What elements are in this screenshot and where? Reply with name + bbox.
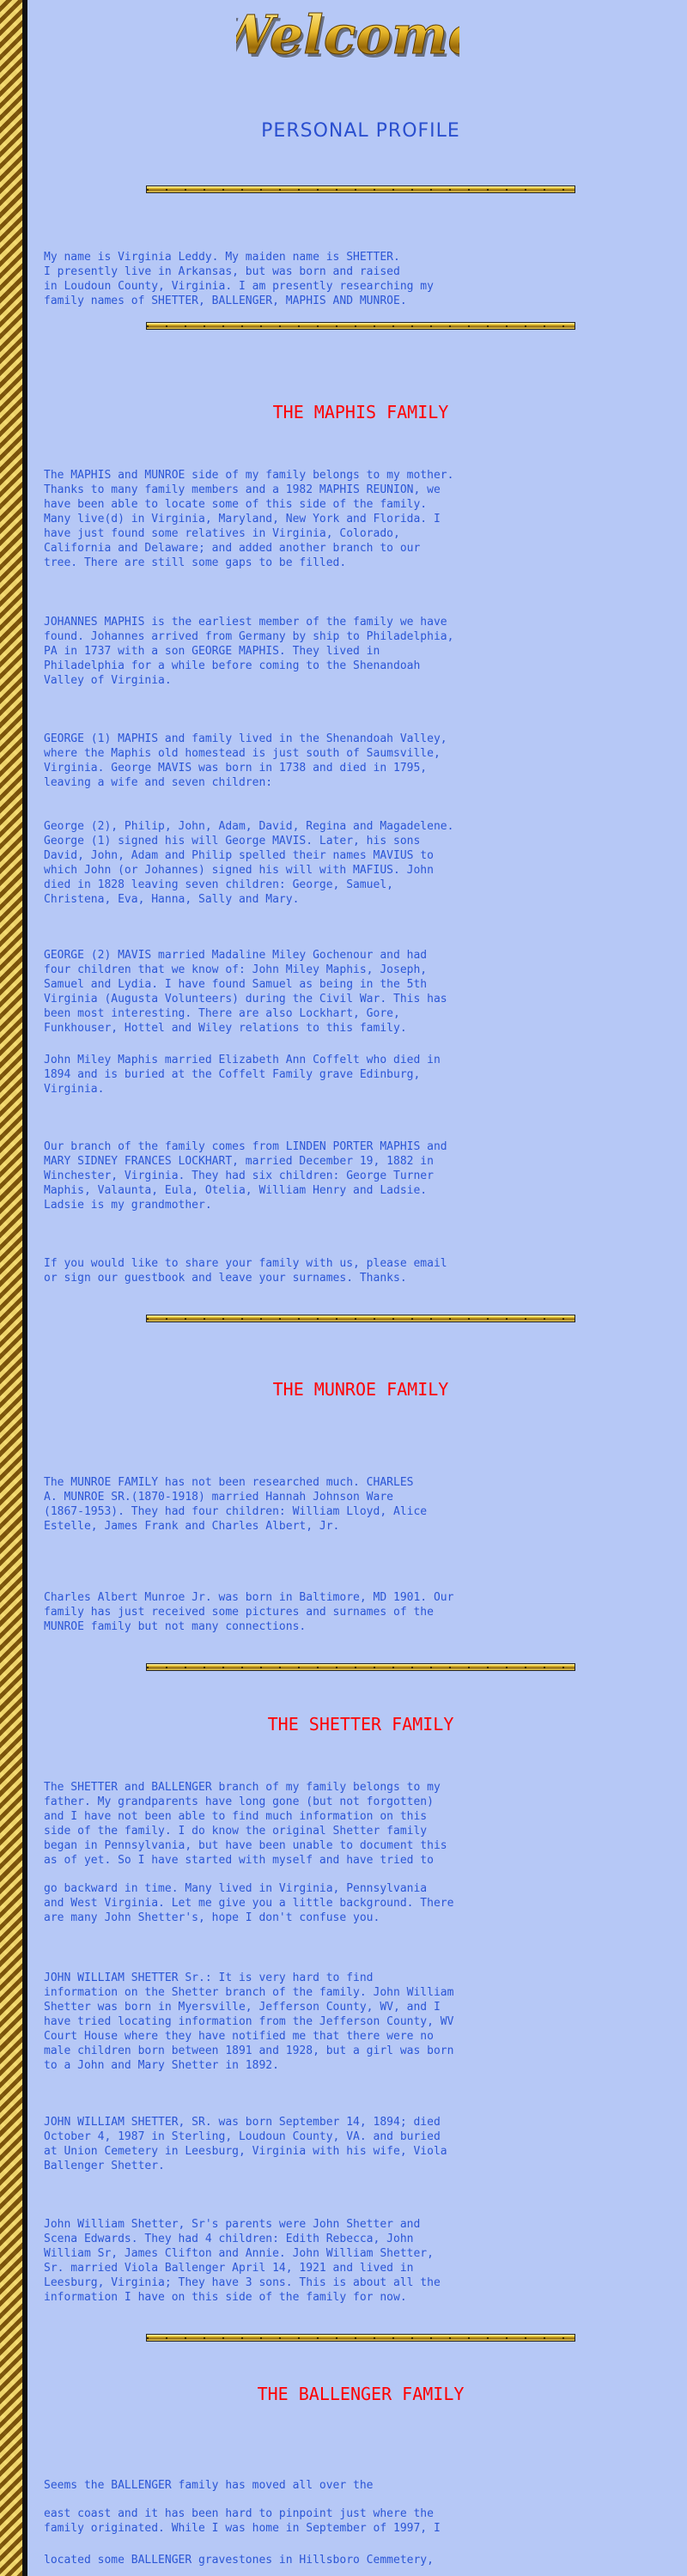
shetter-paragraph: The SHETTER and BALLENGER branch of my f… <box>44 1781 447 1867</box>
maphis-paragraph: GEORGE (1) MAPHIS and family lived in th… <box>44 732 447 789</box>
gold-divider <box>146 185 575 193</box>
munroe-paragraph: The MUNROE FAMILY has not been researche… <box>44 1476 428 1533</box>
ballenger-family-title: THE BALLENGER FAMILY <box>257 2384 465 2404</box>
gold-divider <box>146 322 575 330</box>
maphis-paragraph: John Miley Maphis married Elizabeth Ann … <box>44 1054 441 1096</box>
personal-profile-title: PERSONAL PROFILE <box>261 120 460 142</box>
welcome-banner: Welcome Welcome <box>236 3 459 70</box>
gold-divider <box>146 1315 575 1322</box>
gold-divider <box>146 2334 575 2342</box>
shetter-paragraph: John William Shetter, Sr's parents were … <box>44 2218 441 2304</box>
decorative-left-border <box>0 0 22 2576</box>
shetter-paragraph: JOHN WILLIAM SHETTER, SR. was born Septe… <box>44 2116 447 2172</box>
welcome-text: Welcome <box>236 3 459 66</box>
gold-divider <box>146 1663 575 1671</box>
maphis-paragraph: If you would like to share your family w… <box>44 1257 447 1285</box>
ballenger-paragraph: located some BALLENGER gravestones in Hi… <box>44 2554 434 2567</box>
shetter-family-title: THE SHETTER FAMILY <box>267 1714 454 1735</box>
maphis-paragraph: GEORGE (2) MAVIS married Madaline Miley … <box>44 949 447 1035</box>
left-border-shadow <box>22 0 27 2576</box>
maphis-family-title: THE MAPHIS FAMILY <box>272 402 449 422</box>
ballenger-paragraph: Seems the BALLENGER family has moved all… <box>44 2479 374 2492</box>
maphis-paragraph: The MAPHIS and MUNROE side of my family … <box>44 469 454 569</box>
maphis-paragraph: Our branch of the family comes from LIND… <box>44 1140 447 1212</box>
shetter-paragraph: go backward in time. Many lived in Virgi… <box>44 1882 454 1924</box>
maphis-paragraph: JOHANNES MAPHIS is the earliest member o… <box>44 616 454 687</box>
maphis-paragraph: George (2), Philip, John, Adam, David, R… <box>44 820 454 906</box>
munroe-paragraph: Charles Albert Munroe Jr. was born in Ba… <box>44 1591 454 1633</box>
munroe-family-title: THE MUNROE FAMILY <box>272 1379 449 1400</box>
profile-paragraph: My name is Virginia Leddy. My maiden nam… <box>44 251 434 307</box>
shetter-paragraph: JOHN WILLIAM SHETTER Sr.: It is very har… <box>44 1971 454 2072</box>
ballenger-paragraph: east coast and it has been hard to pinpo… <box>44 2507 441 2535</box>
